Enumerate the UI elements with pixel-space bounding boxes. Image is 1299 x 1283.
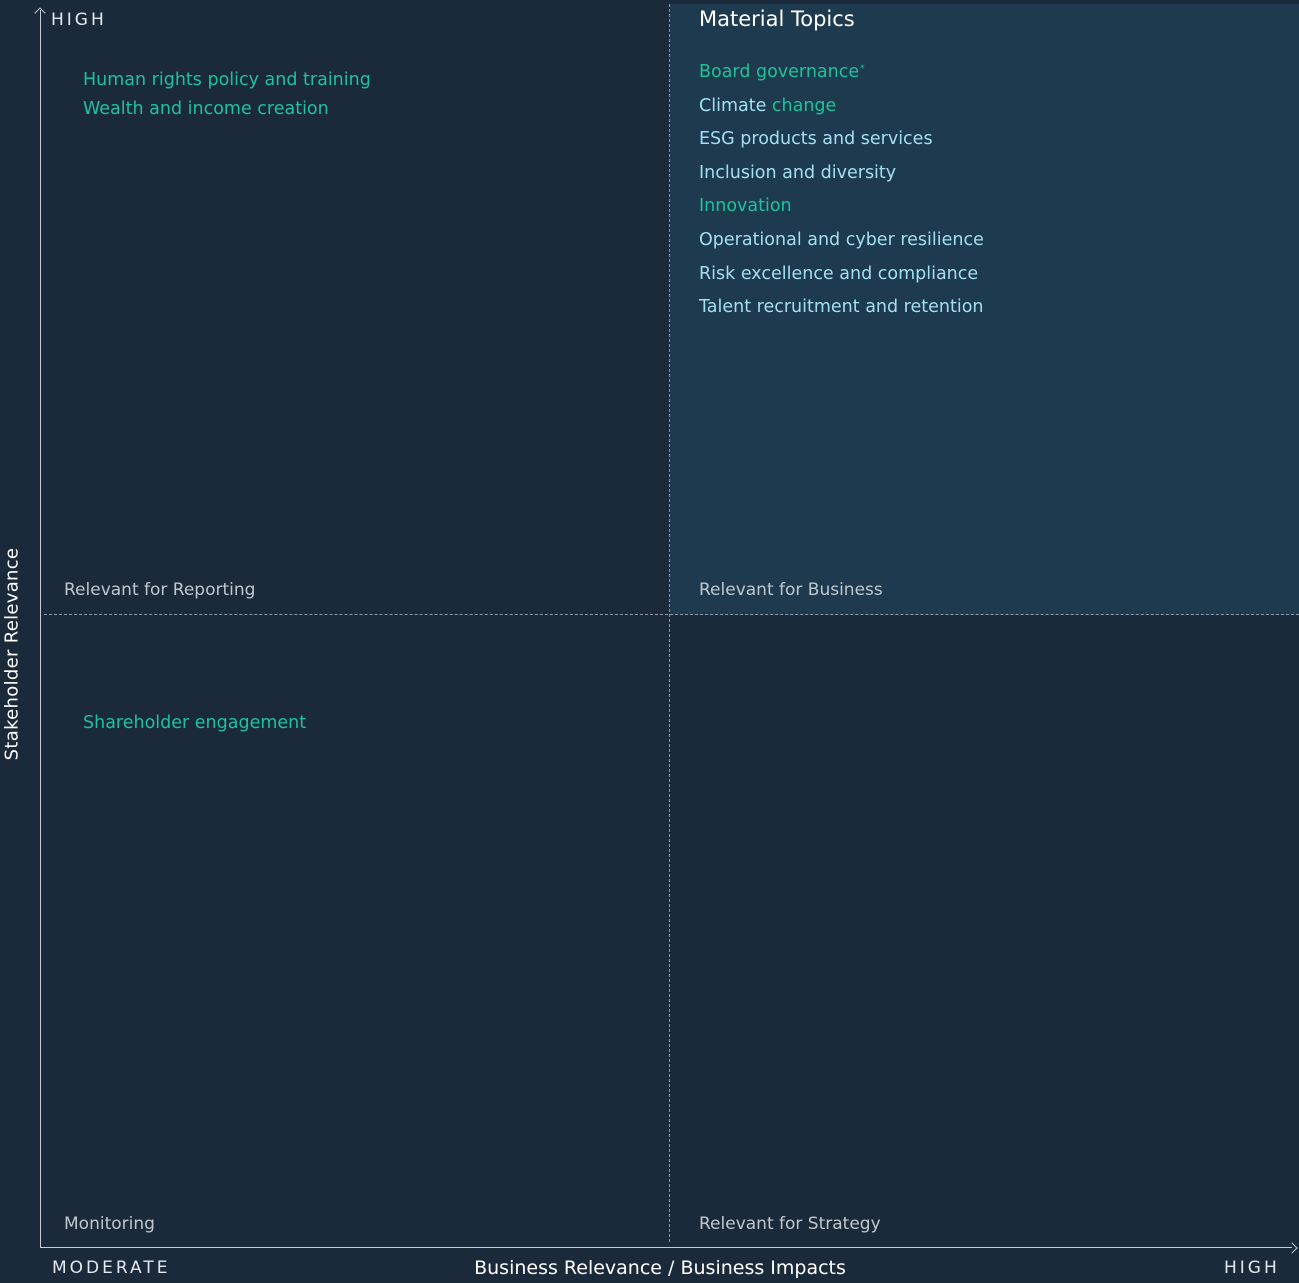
y-axis-arrow-icon	[34, 7, 46, 19]
y-axis-line	[40, 10, 41, 1248]
y-axis-high-label: HIGH	[51, 10, 107, 30]
topic-esg-products: ESG products and services	[699, 129, 933, 150]
quadrant-label-monitoring: Monitoring	[64, 1214, 155, 1234]
topic-climate-change: Climate change	[699, 95, 837, 116]
x-axis-title: Business Relevance / Business Impacts	[474, 1257, 846, 1279]
x-axis-line	[40, 1247, 1292, 1248]
monitoring-topic-list: Shareholder engagement	[83, 709, 306, 738]
quadrant-label-business: Relevant for Business	[699, 580, 883, 600]
topic-wealth-income: Wealth and income creation	[83, 99, 329, 119]
topic-innovation: Innovation	[699, 196, 792, 217]
x-axis-arrow-icon	[1286, 1242, 1298, 1254]
horizontal-divider	[44, 614, 1299, 615]
topic-shareholder-engagement: Shareholder engagement	[83, 713, 307, 733]
quadrant-label-strategy: Relevant for Strategy	[699, 1214, 881, 1234]
material-topics-title: Material Topics	[699, 7, 855, 31]
reporting-topic-list: Human rights policy and training Wealth …	[83, 66, 371, 124]
topic-human-rights: Human rights policy and training	[83, 70, 371, 90]
quadrant-label-reporting: Relevant for Reporting	[64, 580, 256, 600]
topic-inclusion-diversity: Inclusion and diversity	[699, 162, 897, 183]
x-axis-moderate-label: MODERATE	[52, 1258, 171, 1278]
board-governance-mark: *	[860, 64, 865, 74]
material-topic-list: Board governance* Climate change ESG pro…	[699, 53, 984, 325]
topic-risk-excellence: Risk excellence and compliance	[699, 263, 979, 284]
topic-talent: Talent recruitment and retention	[699, 297, 984, 318]
topic-board-governance: Board governance*	[699, 62, 865, 82]
y-axis-title: Stakeholder Relevance	[1, 547, 23, 761]
x-axis-high-label: HIGH	[1224, 1258, 1280, 1278]
topic-operational-cyber: Operational and cyber resilience	[699, 229, 984, 250]
vertical-divider	[669, 4, 670, 1242]
